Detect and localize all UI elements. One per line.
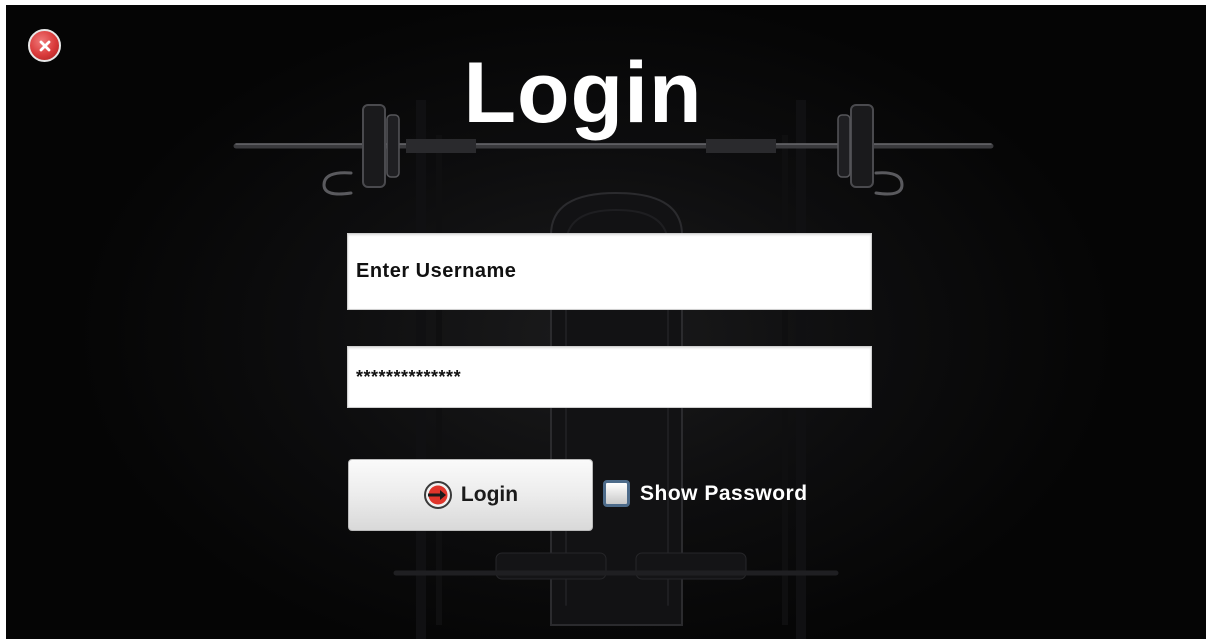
show-password-label: Show Password (640, 481, 808, 505)
login-button[interactable]: Login (348, 459, 593, 531)
username-field[interactable]: Enter Username (347, 233, 872, 310)
login-window: Login Enter Username ************** Logi… (6, 5, 1206, 639)
login-icon (423, 481, 452, 509)
login-button-label: Login (460, 483, 519, 506)
close-icon (39, 40, 50, 51)
show-password-toggle[interactable]: Show Password (603, 480, 808, 507)
page-title: Login (463, 45, 703, 141)
close-button[interactable] (28, 29, 61, 62)
password-field[interactable]: ************** (347, 346, 872, 408)
show-password-checkbox[interactable] (603, 480, 630, 507)
